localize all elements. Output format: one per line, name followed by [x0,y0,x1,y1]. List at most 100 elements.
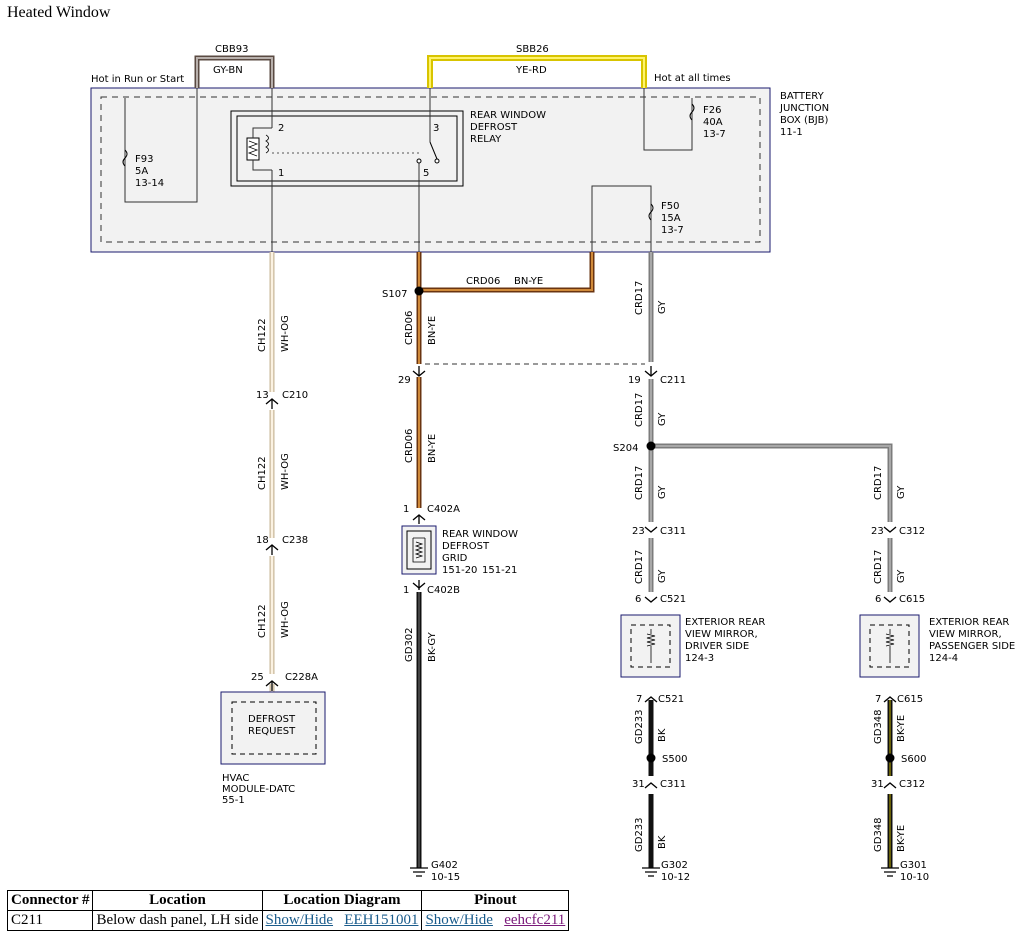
label-f93-3: 13-14 [135,178,164,189]
label-gy-4: GY [896,485,907,499]
label-crd06-top: CRD06 [466,276,500,287]
label-n6a: 6 [635,594,641,605]
label-c211: C211 [660,375,686,386]
connector-symbols [265,366,897,789]
label-gd233: GD233 [634,709,645,744]
label-wh-og-1: WH-OG [280,315,291,352]
label-c402a: C402A [427,504,460,515]
label-c615b: C615 [897,694,923,705]
label-relay-3: RELAY [470,134,502,145]
label-wh-og-3: WH-OG [280,601,291,638]
wire-crd17 [648,252,893,592]
label-n1a: 1 [403,504,409,515]
label-grid-2: DEFROST [442,541,490,552]
label-crd17-3: CRD17 [634,466,645,500]
label-mirr-p1: EXTERIOR REAR [929,617,1009,628]
label-c311b: C311 [660,779,686,790]
label-c521b: C521 [658,694,684,705]
label-f93-2: 5A [135,166,148,177]
show-hide-diagram-link[interactable]: Show/Hide [266,912,334,928]
label-gy-bn: GY-BN [213,65,243,76]
label-bk: BK [657,728,668,742]
label-mirr-p4: 124-4 [929,653,958,664]
label-gy-1: GY [657,300,668,314]
label-f50-3: 13-7 [661,225,684,236]
label-hvac-1: HVAC [222,773,249,784]
table-header-row: Connector # Location Location Diagram Pi… [6,890,570,911]
cell-location: Below dash panel, LH side [92,910,263,931]
label-hvac-2: MODULE-DATC [222,784,295,795]
label-n7b: 7 [875,694,881,705]
label-crd17-1: CRD17 [634,281,645,315]
cell-pinout: Show/Hide eehcfc211 [421,910,570,931]
label-bkb: BK [657,835,668,849]
label-f26-3: 13-7 [703,129,726,140]
label-c402b: C402B [427,585,460,596]
col-header-pinout: Pinout [421,890,570,911]
label-crd17-2: CRD17 [634,393,645,427]
label-cbb93: CBB93 [215,44,248,55]
label-relay-1: REAR WINDOW [470,110,546,121]
label-crd06-2: CRD06 [404,429,415,463]
pinout-ref-link[interactable]: eehcfc211 [504,912,565,928]
label-n6b: 6 [875,594,881,605]
relay-coil [246,137,260,161]
col-header-location: Location [92,890,263,911]
cell-location-diagram: Show/Hide EEH151001 [261,910,423,931]
label-g302-ref: 10-12 [661,872,690,883]
label-gy-5: GY [657,569,668,583]
label-pin5: 5 [423,168,429,179]
mirror-pass-box [859,614,920,678]
label-n31b: 31 [871,779,884,790]
label-hvac-3: 55-1 [222,795,245,806]
splice-s204 [646,441,656,451]
label-c615: C615 [899,594,925,605]
label-s600: S600 [901,754,926,765]
label-c238: C238 [282,535,308,546]
label-n31a: 31 [632,779,645,790]
label-g301: G301 [900,860,927,871]
label-bjb-3: BOX (BJB) [780,115,829,126]
label-crd17-4: CRD17 [873,466,884,500]
label-crd17-5: CRD17 [634,550,645,584]
label-g301-ref: 10-10 [900,872,929,883]
label-wh-og-2: WH-OG [280,453,291,490]
label-ch122-1: CH122 [257,318,268,352]
label-c312b: C312 [899,779,925,790]
label-pin1: 1 [278,168,284,179]
ground-symbols [410,867,899,877]
label-sbb26: SBB26 [516,44,549,55]
label-bjb-4: 11-1 [780,127,803,138]
label-bk-gy: BK-GY [427,631,438,662]
label-relay-2: DEFROST [470,122,518,133]
label-n23a: 23 [632,526,645,537]
label-gy-6: GY [896,569,907,583]
label-grid-4: 151-20 [442,565,477,576]
show-hide-pinout-link[interactable]: Show/Hide [425,912,493,928]
label-pin3: 3 [433,123,439,134]
label-g402-ref: 10-15 [431,872,460,883]
label-n18: 18 [256,535,269,546]
label-n25: 25 [251,672,264,683]
label-f93-1: F93 [135,154,153,165]
label-bk-yeb: BK-YE [896,825,907,852]
label-n23b: 23 [871,526,884,537]
label-pin2: 2 [278,123,284,134]
wiring-diagram: CBB93 GY-BN SBB26 YE-RD Hot in Run or St… [90,44,1015,883]
label-n1b: 1 [403,585,409,596]
label-gd348b: GD348 [873,817,884,852]
connector-table: Connector # Location Location Diagram Pi… [6,890,570,931]
label-grid-3: GRID [442,553,468,564]
label-mirr-d2: VIEW MIRROR, [685,629,758,640]
label-hot-run-start: Hot in Run or Start [91,74,184,85]
label-c312: C312 [899,526,925,537]
label-gy-2: GY [657,412,668,426]
label-mirr-p3: PASSENGER SIDE [929,641,1015,652]
label-c521: C521 [660,594,686,605]
diagram-ref-link[interactable]: EEH151001 [344,912,418,928]
label-defrost-req-2: REQUEST [248,726,296,737]
label-s107: S107 [382,289,407,300]
label-f26-2: 40A [703,117,723,128]
label-n19: 19 [628,375,641,386]
label-bn-ye-1: BN-YE [427,316,438,345]
